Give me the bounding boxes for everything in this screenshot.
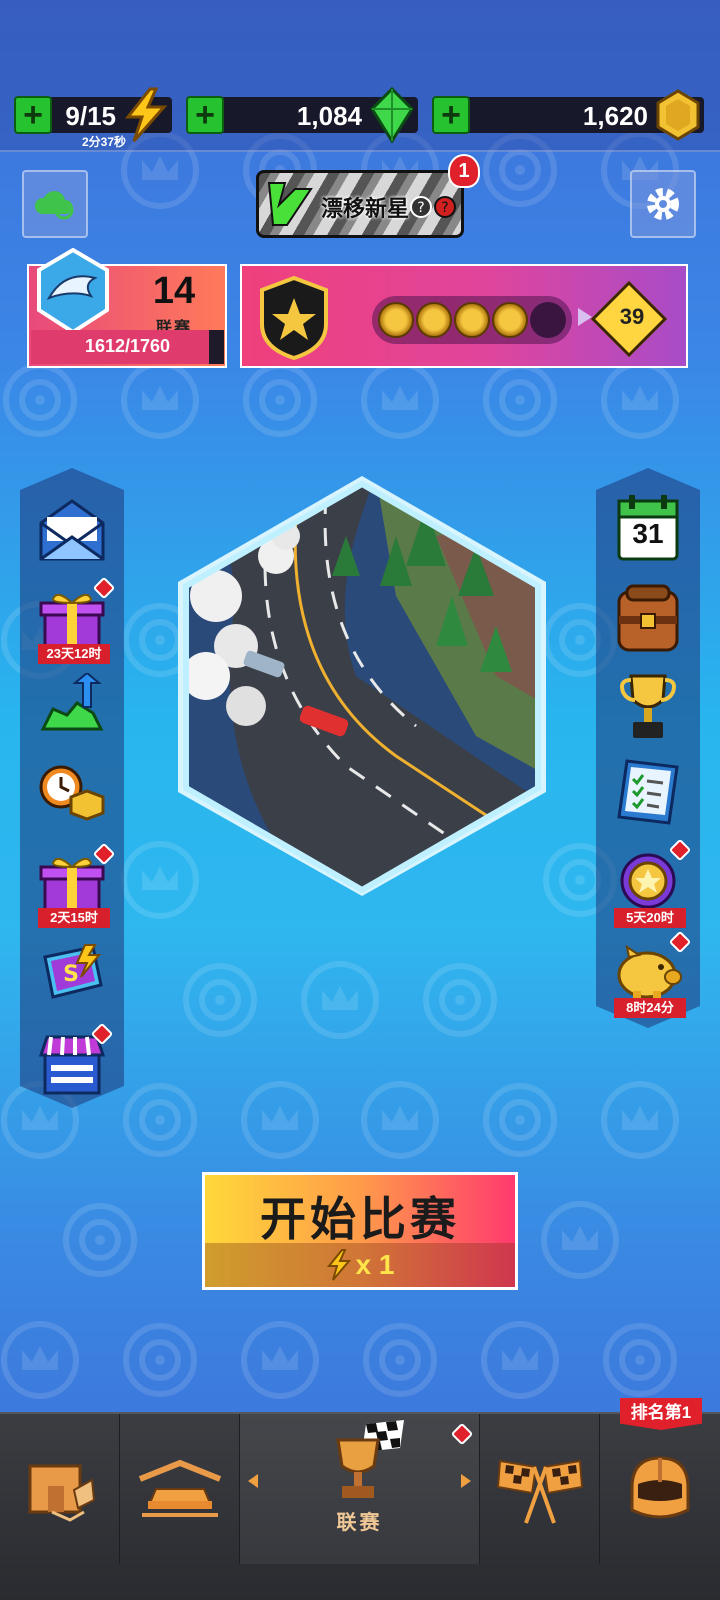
cloud-sync-button[interactable] — [22, 170, 88, 238]
reward-level-number: 39 — [619, 304, 645, 329]
gems-value: 1,084 — [296, 101, 362, 131]
mail-button[interactable] — [32, 490, 112, 570]
add-energy-button[interactable]: + — [14, 96, 52, 134]
start-race-label: 开始比赛 — [260, 1192, 460, 1246]
star-shield-icon — [260, 276, 328, 360]
gem-pile-arrow-icon — [40, 673, 104, 731]
calendar-day: 31 — [632, 518, 664, 549]
league-progress-bar: 1612/1760 — [31, 330, 224, 364]
rank-badge: 排名第1 — [620, 1398, 702, 1430]
piggy-bank-icon — [617, 944, 682, 1001]
season-pass-icon: S — [43, 944, 103, 999]
time-bonus-button[interactable] — [32, 752, 112, 832]
league-trophy-flags-icon — [336, 1420, 404, 1498]
player-title-banner[interactable]: 漂移新星 ? ? — [256, 170, 464, 238]
start-race-cost-text: x 1 — [355, 1249, 395, 1280]
medal-timer: 5天20时 — [614, 908, 686, 928]
chevron-left-icon — [248, 1474, 258, 1488]
medal-event-button[interactable]: 5天20时 — [608, 838, 692, 928]
star-slot — [530, 302, 566, 338]
gem-upgrade-button[interactable] — [32, 666, 112, 746]
gear-icon — [647, 188, 679, 220]
clock-coins-icon — [39, 765, 105, 821]
backpack-button[interactable] — [608, 578, 688, 658]
lightning-icon — [326, 1249, 351, 1281]
bottom-navigation: 联赛 — [0, 1412, 720, 1600]
checklist-icon — [617, 759, 679, 825]
energy-value: 9/15 — [65, 101, 116, 131]
gift-1-timer: 23天12时 — [38, 644, 110, 664]
shop-button[interactable] — [32, 1022, 114, 1104]
coins-resource: + 1,620 — [432, 89, 704, 141]
star-slot — [492, 302, 528, 338]
nav-league-label: 联赛 — [336, 1512, 383, 1534]
gift-box-icon — [39, 857, 105, 913]
backpack-icon — [617, 584, 679, 652]
helmet-icon — [630, 1456, 690, 1519]
coins-value: 1,620 — [582, 101, 648, 131]
gift-2-timer: 2天15时 — [38, 908, 110, 928]
nav-league[interactable]: 联赛 — [240, 1414, 480, 1564]
track-preview-hexagon[interactable] — [176, 476, 548, 896]
add-gems-button[interactable]: + — [186, 96, 224, 134]
drift-logo-icon — [267, 182, 313, 226]
cloud-sync-icon — [34, 191, 74, 220]
checkered-flags-icon — [496, 1459, 583, 1524]
league-alert-dot — [450, 1422, 474, 1446]
mail-icon — [39, 499, 105, 561]
nav-profile[interactable] — [600, 1414, 720, 1564]
gift-box-button-2[interactable]: 2天15时 — [32, 842, 116, 928]
start-race-cost: x 1 — [205, 1243, 515, 1287]
energy-resource: + 9/15 2分37秒 — [14, 87, 172, 149]
svg-text:?: ? — [417, 200, 424, 216]
calendar-button[interactable]: 31 — [608, 488, 688, 568]
stars-track — [372, 296, 572, 344]
nav-cars[interactable] — [120, 1414, 240, 1564]
lightning-icon — [124, 87, 168, 142]
player-title-text: 漂移新星 — [321, 196, 410, 221]
league-progress-text: 1612/1760 — [84, 336, 171, 356]
nav-garage[interactable] — [0, 1414, 120, 1564]
add-coins-button[interactable]: + — [432, 96, 470, 134]
piggy-timer: 8时24分 — [614, 998, 686, 1018]
svg-text:?: ? — [441, 200, 448, 216]
coin-icon — [656, 89, 700, 141]
shark-emblem-icon — [37, 248, 109, 334]
notification-badge: 1 — [448, 154, 480, 188]
missions-button[interactable] — [608, 752, 688, 832]
star-slot — [454, 302, 490, 338]
gem-icon — [370, 87, 414, 143]
season-pass-button[interactable]: S — [32, 934, 112, 1014]
star-slot — [416, 302, 452, 338]
help-icons: ? ? — [410, 196, 456, 218]
chevron-right-icon — [461, 1474, 471, 1488]
gift-box-button-1[interactable]: 23天12时 — [32, 576, 116, 664]
league-card[interactable]: 14 联赛 1612/1760 — [27, 248, 227, 368]
gift-box-icon — [39, 593, 105, 649]
svg-text:S: S — [63, 962, 79, 987]
nav-race-events[interactable] — [480, 1414, 600, 1564]
car-garage-icon — [138, 1459, 221, 1517]
start-race-button[interactable]: 开始比赛 x 1 — [202, 1172, 518, 1290]
shop-icon — [38, 1035, 106, 1095]
trophy-icon — [620, 674, 676, 738]
settings-button[interactable] — [630, 170, 696, 238]
star-progress-panel[interactable]: 39 — [240, 264, 688, 368]
garage-crate-icon — [28, 1464, 95, 1522]
piggy-bank-button[interactable]: 8时24分 — [608, 930, 692, 1018]
league-number: 14 — [152, 270, 196, 312]
star-slot — [378, 302, 414, 338]
trophy-button[interactable] — [608, 666, 688, 746]
track-map-image — [178, 476, 546, 896]
gems-resource: + 1,084 — [186, 87, 418, 143]
